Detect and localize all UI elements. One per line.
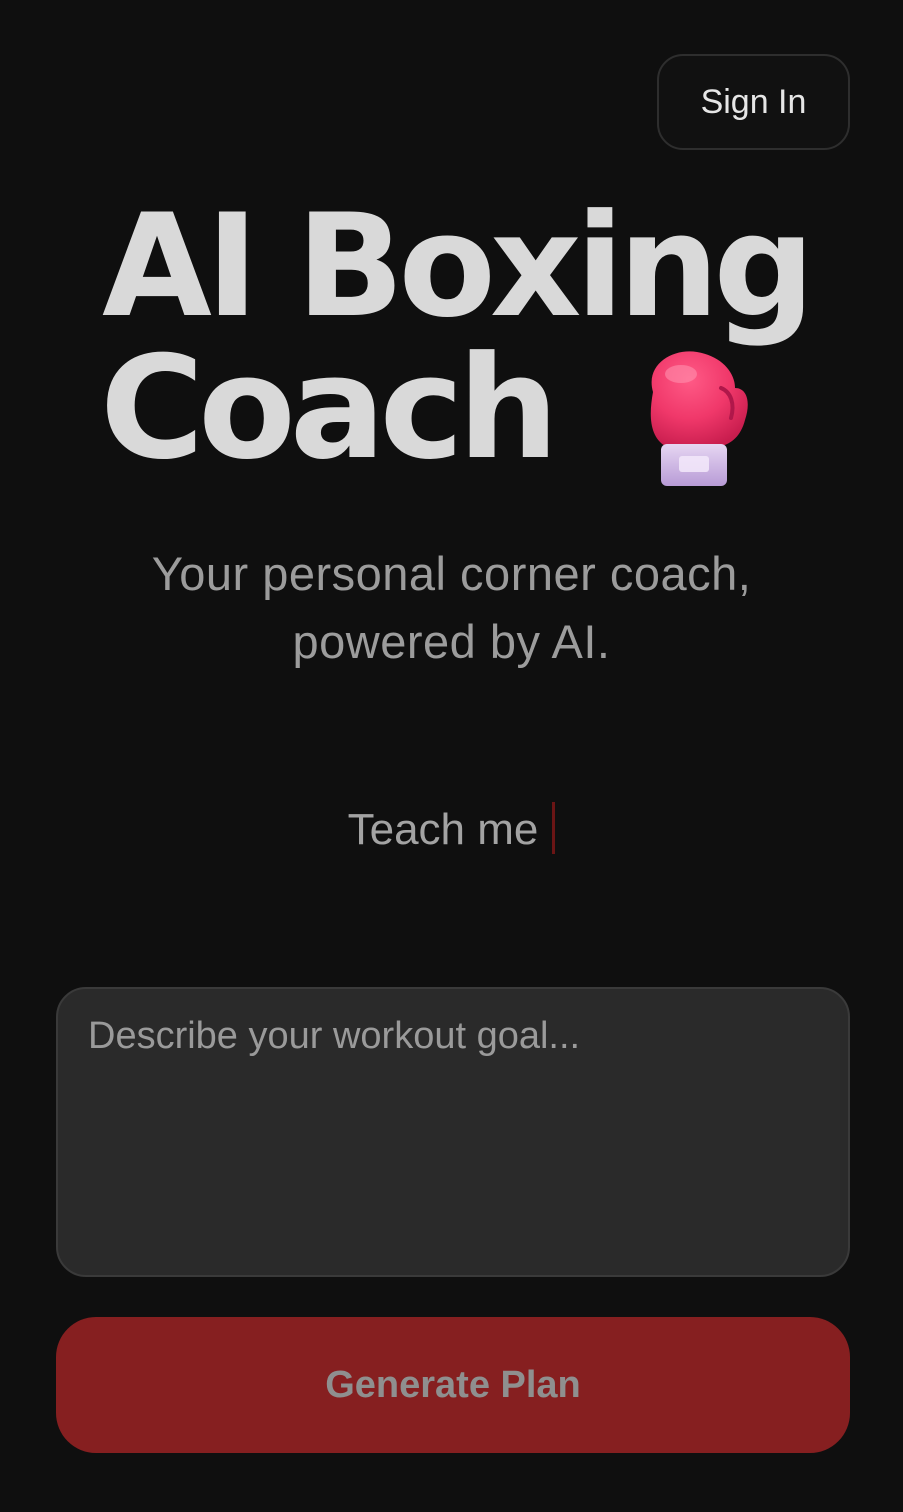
typing-caret [552,802,556,855]
typing-text: Teach me [347,805,539,854]
subtitle-line1: Your personal corner coach, [151,547,752,600]
hero-title-line1: AI Boxing [102,184,815,349]
subtitle-line2: powered by AI. [292,615,611,668]
hero-subtitle: Your personal corner coach, powered by A… [0,540,903,676]
sign-in-button[interactable]: Sign In [657,54,850,150]
goal-input-container [56,987,850,1277]
boxing-glove-icon [635,344,749,494]
hero-title-line2-row: Coach [0,326,903,491]
hero-title: AI Boxing Coach [0,184,903,491]
typing-prompt: Teach me [0,800,903,860]
hero-title-line2: Coach [100,326,559,491]
generate-plan-button[interactable]: Generate Plan [56,1317,850,1453]
workout-goal-input[interactable] [58,989,848,1275]
